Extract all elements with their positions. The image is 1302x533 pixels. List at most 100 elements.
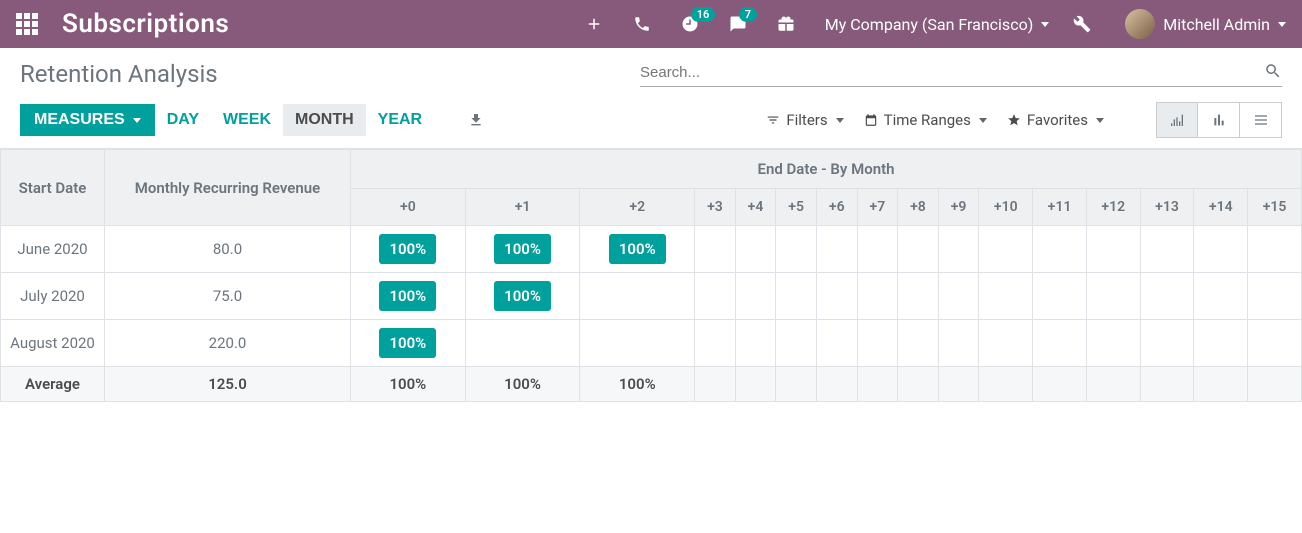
retention-cell — [898, 273, 939, 320]
table-row: August 2020220.0 100% — [1, 320, 1302, 367]
col-group-header: End Date - By Month — [351, 150, 1302, 189]
retention-pill: 100% — [379, 328, 436, 358]
retention-cell — [580, 320, 695, 367]
retention-cell — [1248, 226, 1302, 273]
apps-icon[interactable] — [16, 13, 38, 35]
col-start-date: Start Date — [1, 150, 105, 226]
retention-cell — [857, 320, 898, 367]
view-switcher — [1156, 102, 1282, 138]
retention-cell — [938, 226, 979, 273]
row-label: August 2020 — [1, 320, 105, 367]
retention-cell — [1086, 367, 1140, 402]
phone-icon[interactable] — [633, 15, 651, 33]
mrr-value: 75.0 — [105, 273, 351, 320]
retention-cell — [816, 320, 857, 367]
retention-cell: 100% — [580, 226, 695, 273]
user-menu[interactable]: Mitchell Admin — [1101, 9, 1286, 39]
col-offset: +1 — [465, 189, 580, 226]
search-icon[interactable] — [1264, 62, 1282, 84]
app-brand[interactable]: Subscriptions — [62, 9, 229, 39]
mrr-value: 220.0 — [105, 320, 351, 367]
row-label: Average — [1, 367, 105, 402]
view-cohort[interactable] — [1156, 102, 1198, 138]
col-offset: +14 — [1194, 189, 1248, 226]
retention-cell — [695, 367, 736, 402]
retention-cell — [735, 226, 776, 273]
retention-cell — [1086, 320, 1140, 367]
timeranges-button[interactable]: Time Ranges — [856, 105, 995, 135]
col-offset: +11 — [1033, 189, 1087, 226]
retention-cell — [735, 367, 776, 402]
retention-cell — [1086, 273, 1140, 320]
retention-cell: 100% — [465, 367, 580, 402]
retention-cell — [857, 226, 898, 273]
filters-button[interactable]: Filters — [758, 105, 851, 135]
chevron-down-icon — [836, 118, 844, 123]
retention-cell — [979, 320, 1033, 367]
retention-cell — [465, 320, 580, 367]
view-graph[interactable] — [1198, 102, 1240, 138]
new-icon[interactable] — [585, 15, 603, 33]
table-row: July 202075.0 100% 100% — [1, 273, 1302, 320]
retention-cell — [938, 273, 979, 320]
interval-day[interactable]: DAY — [155, 104, 211, 136]
retention-cell — [938, 367, 979, 402]
retention-cell — [1140, 367, 1194, 402]
avatar — [1125, 9, 1155, 39]
mrr-value: 80.0 — [105, 226, 351, 273]
interval-week[interactable]: WEEK — [211, 104, 283, 136]
chevron-down-icon — [1278, 22, 1286, 27]
debug-icon[interactable] — [1073, 15, 1091, 33]
measures-button[interactable]: MEASURES — [20, 104, 155, 136]
retention-cell — [898, 367, 939, 402]
interval-month[interactable]: MONTH — [283, 104, 366, 136]
retention-cell — [1033, 226, 1087, 273]
favorites-button[interactable]: Favorites — [999, 105, 1112, 135]
retention-cell: 100% — [351, 273, 466, 320]
chevron-down-icon — [1041, 22, 1049, 27]
retention-cell — [735, 320, 776, 367]
retention-pill: 100% — [379, 281, 436, 311]
retention-pill: 100% — [494, 234, 551, 264]
retention-cell — [1033, 320, 1087, 367]
search-input[interactable] — [640, 64, 1264, 81]
retention-cell — [979, 367, 1033, 402]
col-offset: +15 — [1248, 189, 1302, 226]
retention-table: Start Date Monthly Recurring Revenue End… — [0, 149, 1302, 402]
company-switcher[interactable]: My Company (San Francisco) — [825, 15, 1050, 34]
star-icon — [1007, 113, 1021, 127]
activities-icon[interactable]: 16 — [681, 15, 699, 33]
view-list[interactable] — [1240, 102, 1282, 138]
retention-cell — [1248, 320, 1302, 367]
retention-cell — [1140, 273, 1194, 320]
retention-pill: 100% — [609, 234, 666, 264]
calendar-icon — [864, 113, 878, 127]
retention-cell — [695, 273, 736, 320]
row-label: July 2020 — [1, 273, 105, 320]
average-row: Average125.0100%100%100% — [1, 367, 1302, 402]
retention-cell — [857, 273, 898, 320]
retention-cell — [1248, 273, 1302, 320]
col-offset: +13 — [1140, 189, 1194, 226]
col-offset: +3 — [695, 189, 736, 226]
retention-cell: 100% — [580, 367, 695, 402]
gift-icon[interactable] — [777, 15, 795, 33]
user-name: Mitchell Admin — [1163, 15, 1270, 34]
retention-cell: 100% — [465, 273, 580, 320]
retention-cell — [979, 226, 1033, 273]
col-offset: +2 — [580, 189, 695, 226]
retention-cell — [898, 320, 939, 367]
retention-cell — [898, 226, 939, 273]
interval-year[interactable]: YEAR — [366, 104, 434, 136]
retention-cell: 100% — [351, 367, 466, 402]
download-button[interactable] — [454, 105, 498, 135]
col-mrr: Monthly Recurring Revenue — [105, 150, 351, 226]
filters-label: Filters — [786, 111, 827, 129]
company-name: My Company (San Francisco) — [825, 15, 1034, 34]
messages-icon[interactable]: 7 — [729, 15, 747, 33]
chevron-down-icon — [979, 118, 987, 123]
retention-cell — [1194, 320, 1248, 367]
retention-cell — [1194, 273, 1248, 320]
main-header: Subscriptions 16 7 My Company (San Franc… — [0, 0, 1302, 48]
retention-cell — [816, 226, 857, 273]
